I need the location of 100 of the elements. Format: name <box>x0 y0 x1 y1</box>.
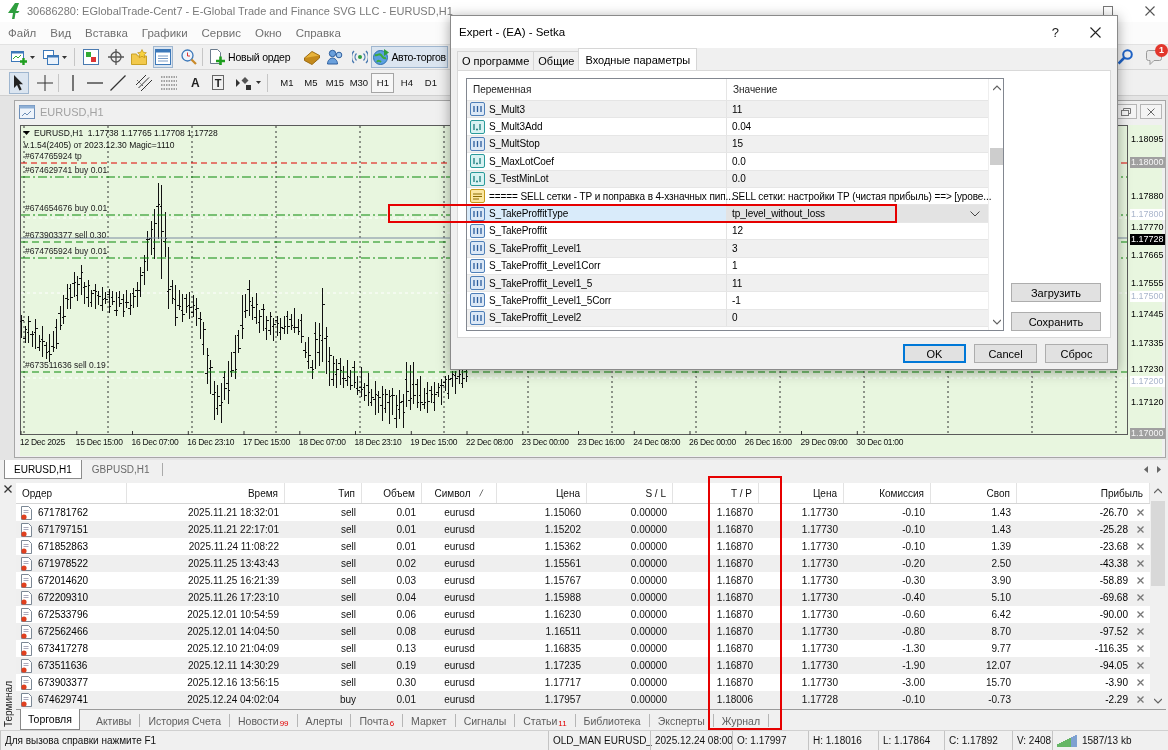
column-header[interactable]: Ордер <box>16 483 127 503</box>
dialog-tab[interactable]: О программе <box>457 51 535 70</box>
timeframe-button[interactable]: M1 <box>275 72 299 93</box>
table-row[interactable]: 673511636 2025.12.11 14:30:29 sell 0.19 eurusd 1.17235 0.00000 1.16870 1.17730 -1.90 12.07 -94.05 <box>16 657 1150 674</box>
dropdown-caret-icon[interactable] <box>970 210 980 217</box>
table-row[interactable]: 671978522 2025.11.25 13:43:43 sell 0.02 eurusd 1.15561 0.00000 1.16870 1.17730 -0.20 2.50 -43.38 <box>16 555 1150 572</box>
crosshair-icon[interactable] <box>37 74 53 91</box>
star-folder-icon[interactable] <box>131 49 147 65</box>
market-watch-icon[interactable] <box>83 49 99 65</box>
help-button[interactable]: ? <box>1051 24 1059 40</box>
dialog-button[interactable]: Сохранить <box>1011 312 1101 331</box>
caret-icon[interactable] <box>30 55 35 59</box>
close-icon[interactable] <box>4 485 12 493</box>
terminal-tab[interactable]: Библиотека <box>575 714 650 727</box>
timeframe-button[interactable]: H4 <box>395 72 419 93</box>
scroll-right-icon[interactable] <box>1157 466 1161 473</box>
auto-trading-button[interactable]: Авто-торгов <box>371 46 448 68</box>
trendline-icon[interactable] <box>110 74 126 91</box>
terminal-tab[interactable]: Активы <box>87 714 141 727</box>
chart-tab[interactable]: EURUSD,H1 <box>4 460 82 479</box>
timeframe-button[interactable]: M5 <box>299 72 323 93</box>
dialog-tab[interactable]: Входные параметры <box>578 48 698 70</box>
new-order-button[interactable]: Новый ордер <box>206 46 294 68</box>
cursor-button[interactable] <box>9 71 29 94</box>
terminal-tab[interactable]: Журнал <box>713 714 770 727</box>
column-header[interactable]: Тип <box>285 483 362 503</box>
channel-icon[interactable] <box>136 74 152 91</box>
book-icon[interactable] <box>304 49 321 65</box>
scroll-down-icon[interactable] <box>992 319 1001 325</box>
column-header[interactable]: Время <box>127 483 285 503</box>
close-button[interactable] <box>1140 104 1162 119</box>
dialog-button[interactable]: Cancel <box>974 344 1037 363</box>
column-header[interactable]: Объем <box>362 483 422 503</box>
param-row[interactable]: S_TakeProffit_Level1_5Corr -1 <box>467 292 988 310</box>
timeframe-button[interactable]: H1 <box>371 72 395 93</box>
time-label: 18 Dec 23:10 <box>354 437 403 447</box>
dialog-button[interactable]: Загрузить <box>1011 283 1101 302</box>
table-cell-text: 5.10 <box>990 592 1012 603</box>
menu-item[interactable]: Вставка <box>78 24 135 42</box>
param-row[interactable]: S_Mult3Add 0.04 <box>467 118 988 136</box>
column-header[interactable]: T / P <box>673 483 759 503</box>
column-header[interactable]: Символ <box>422 483 497 503</box>
new-chart-icon[interactable] <box>11 49 27 65</box>
scroll-left-icon[interactable] <box>1144 466 1148 473</box>
column-header[interactable]: Значение <box>727 79 778 100</box>
scroll-up-icon[interactable] <box>992 85 1001 91</box>
terminal-tab[interactable]: Алерты <box>297 714 352 727</box>
timeframe-button[interactable]: D1 <box>419 72 443 93</box>
window-stack-icon[interactable] <box>43 49 59 65</box>
label-tool-button[interactable]: T <box>211 75 225 90</box>
menu-item[interactable]: Файл <box>1 24 44 42</box>
search-icon[interactable] <box>1118 49 1134 65</box>
chart-tab[interactable]: GBPUSD,H1 <box>81 460 160 479</box>
table-row[interactable]: 672562466 2025.12.01 14:04:50 sell 0.08 eurusd 1.16511 0.00000 1.16870 1.17730 -0.80 8.70 -97.52 <box>16 623 1150 640</box>
terminal-tab[interactable]: Торговля <box>20 709 80 730</box>
users-icon[interactable] <box>327 49 344 65</box>
param-row[interactable]: S_Mult3 11 <box>467 101 988 119</box>
column-header[interactable]: Цена <box>497 483 587 503</box>
terminal-tab[interactable]: Маркет <box>403 714 456 727</box>
dialog-tab[interactable]: Общие <box>533 51 580 70</box>
column-header[interactable]: Своп <box>931 483 1017 503</box>
scroll-down-icon[interactable] <box>1154 698 1162 704</box>
target-icon[interactable] <box>108 49 124 65</box>
caret-icon[interactable] <box>256 81 262 84</box>
param-row[interactable]: S_MaxLotCoef 0.0 <box>467 153 988 171</box>
menu-item[interactable]: Окно <box>247 24 289 42</box>
close-icon[interactable] <box>1145 6 1155 16</box>
column-header[interactable]: Комиссия <box>844 483 931 503</box>
magnifier-clock-icon[interactable] <box>181 49 197 65</box>
terminal-button[interactable] <box>153 46 173 68</box>
dotted-lines-icon[interactable] <box>161 74 177 91</box>
scrollbar-thumb[interactable] <box>1151 501 1165 586</box>
scrollbar-thumb[interactable] <box>990 148 1003 165</box>
dialog-button[interactable]: OK <box>903 344 966 363</box>
terminal-tab[interactable]: История Счета <box>140 714 230 727</box>
scroll-up-icon[interactable] <box>1154 488 1162 494</box>
table-row[interactable]: 672209310 2025.11.26 17:23:10 sell 0.04 eurusd 1.15988 0.00000 1.16870 1.17730 -0.40 5.10 -69.68 <box>16 589 1150 606</box>
time-label: 17 Dec 15:00 <box>243 437 291 447</box>
table-row[interactable]: 671797151 2025.11.21 22:17:01 sell 0.01 eurusd 1.15202 0.00000 1.16870 1.17730 -0.10 1.43 -25.28 <box>16 521 1150 538</box>
column-header[interactable]: S / L <box>587 483 673 503</box>
timeframe-button[interactable]: M15 <box>323 72 347 93</box>
column-header[interactable]: Переменная <box>467 79 727 100</box>
param-name: S_TakeProffit_Level1 <box>489 242 582 254</box>
close-icon[interactable] <box>1090 26 1101 38</box>
caret-icon[interactable] <box>62 55 67 59</box>
shapes-icon[interactable] <box>236 74 253 91</box>
dialog-button[interactable]: Сброс <box>1045 344 1108 363</box>
terminal-tab[interactable]: Сигналы <box>455 714 516 727</box>
menu-item[interactable]: Вид <box>43 24 79 42</box>
param-row[interactable]: S_TakeProffit_Level1 3 <box>467 240 988 258</box>
timeframe-button[interactable]: M30 <box>347 72 371 93</box>
terminal-tab[interactable]: Эксперты <box>649 714 714 727</box>
table-row[interactable]: 674629741 2025.12.24 04:02:04 buy 0.01 eurusd 1.17957 0.00000 1.18006 1.17728 -0.10 -0.73 -2.29 <box>16 691 1150 708</box>
menu-item[interactable]: Графики <box>134 24 195 42</box>
menu-item[interactable]: Справка <box>288 24 348 42</box>
triangle-down-icon[interactable] <box>23 131 30 135</box>
broadcast-icon[interactable] <box>352 49 369 65</box>
text-tool-button[interactable]: A <box>187 71 204 94</box>
menu-item[interactable]: Сервис <box>194 24 248 42</box>
column-header[interactable]: Цена <box>759 483 844 503</box>
